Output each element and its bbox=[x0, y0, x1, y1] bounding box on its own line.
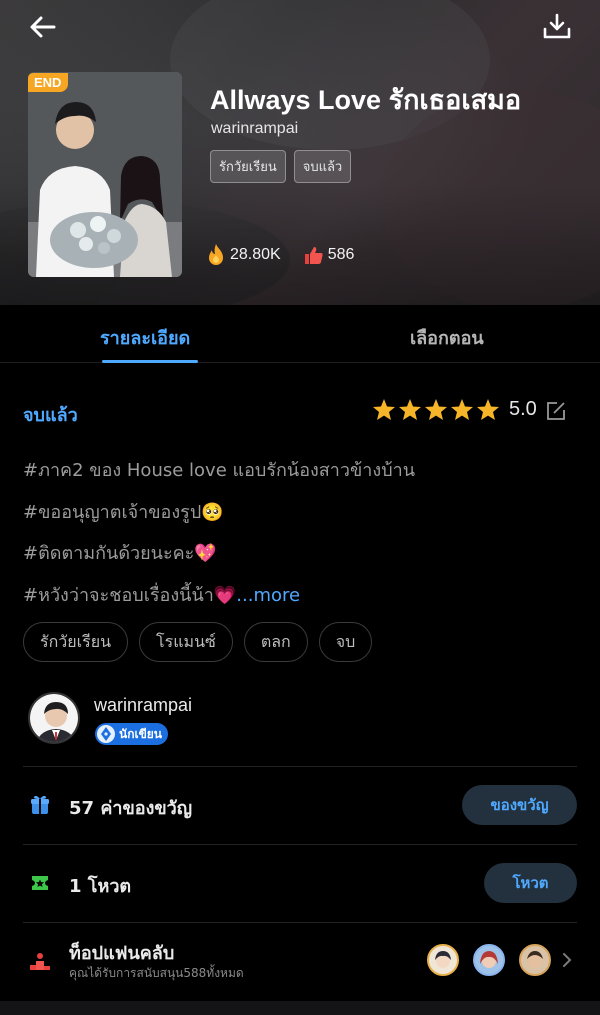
author-card[interactable]: warinrampai นักเขียน bbox=[28, 692, 578, 748]
description-line: #ขออนุญาตเจ้าของรูป🥺 bbox=[23, 502, 224, 523]
top-fans bbox=[427, 944, 551, 976]
star-icon bbox=[399, 399, 421, 420]
genre-chip[interactable]: จบ bbox=[318, 622, 373, 662]
fire-icon bbox=[209, 244, 223, 265]
author-name: warinrampai bbox=[94, 695, 193, 715]
description-line: #ติดตามกันด้วยนะคะ💖 bbox=[23, 543, 217, 564]
fan-avatar-image bbox=[435, 951, 451, 968]
gift-row: 57 ค่าของขวัญ ของขวัญ bbox=[23, 766, 577, 844]
bottom-bar bbox=[0, 1001, 600, 1015]
gift-button[interactable]: ของขวัญ bbox=[462, 785, 577, 825]
end-badge: END bbox=[28, 73, 69, 92]
views-count: 28.80K bbox=[230, 246, 281, 263]
genre-chip[interactable]: รักวัยเรียน bbox=[23, 622, 129, 662]
description-line: #ภาค2 ของ House love แอบรักน้องสาวข้างบ้… bbox=[23, 460, 416, 481]
download-button[interactable] bbox=[540, 10, 574, 44]
header-tag[interactable]: จบแล้ว bbox=[293, 150, 352, 183]
fan-avatar[interactable] bbox=[519, 944, 551, 976]
gift-icon bbox=[31, 795, 49, 814]
header-tag[interactable]: รักวัยเรียน bbox=[210, 150, 286, 183]
fanclub-subtitle: คุณได้รับการสนับสนุน588ทั้งหมด bbox=[69, 966, 244, 980]
rating-stars[interactable] bbox=[371, 397, 499, 423]
writer-badge-label: นักเขียน bbox=[119, 726, 163, 741]
active-tab-indicator bbox=[102, 360, 198, 363]
download-icon bbox=[543, 13, 571, 39]
cover-image bbox=[28, 72, 182, 277]
tab-details[interactable]: รายละเอียด bbox=[100, 323, 190, 352]
tab-episodes[interactable]: เลือกตอน bbox=[410, 323, 484, 352]
writer-badge: นักเขียน bbox=[95, 723, 169, 745]
book-cover[interactable] bbox=[28, 72, 182, 277]
rating-value: 5.0 bbox=[509, 398, 537, 420]
genre-chip[interactable]: โรแมนซ์ bbox=[139, 622, 233, 662]
avatar[interactable] bbox=[28, 692, 80, 744]
writer-badge-icon bbox=[97, 725, 115, 743]
vote-button[interactable]: โหวต bbox=[484, 863, 577, 903]
chevron-right-icon bbox=[563, 953, 572, 967]
edit-icon bbox=[547, 402, 565, 420]
star-icons bbox=[373, 399, 499, 420]
vote-count-label: 1 โหวต bbox=[69, 876, 132, 897]
fanclub-row[interactable]: ท็อปแฟนคลับ คุณได้รับการสนับสนุน588ทั้งห… bbox=[23, 922, 577, 1000]
book-author[interactable]: warinrampai bbox=[211, 120, 298, 138]
fan-avatar-image bbox=[480, 951, 498, 968]
genre-chips: รักวัยเรียน โรแมนซ์ ตลก จบ bbox=[23, 622, 373, 662]
fan-avatar[interactable] bbox=[473, 944, 505, 976]
arrow-left-icon bbox=[30, 16, 56, 38]
status-label: จบแล้ว bbox=[23, 405, 78, 426]
back-button[interactable] bbox=[26, 10, 60, 44]
genre-chip[interactable]: ตลก bbox=[243, 622, 308, 662]
gift-count-label: 57 ค่าของขวัญ bbox=[69, 798, 193, 819]
vote-row: 1 โหวต โหวต bbox=[23, 844, 577, 922]
star-icon bbox=[477, 399, 499, 420]
book-title: Allways Love รักเธอเสมอ bbox=[210, 85, 522, 115]
more-link[interactable]: ...more bbox=[236, 585, 300, 606]
top-bar bbox=[0, 0, 600, 56]
star-icon bbox=[451, 399, 473, 420]
star-icon bbox=[425, 399, 447, 420]
author-avatar-image bbox=[30, 694, 78, 742]
pen-nib-icon bbox=[101, 727, 111, 741]
fanclub-title: ท็อปแฟนคลับ bbox=[69, 943, 175, 964]
likes-stat: 586 bbox=[303, 244, 355, 266]
header-tags: รักวัยเรียน จบแล้ว bbox=[210, 150, 352, 183]
ticket-icon bbox=[32, 876, 48, 890]
description-line-last: #หวังว่าจะชอบเรื่องนี้น้า💗...more bbox=[23, 580, 300, 609]
tab-bar: รายละเอียด เลือกตอน bbox=[0, 305, 600, 363]
likes-count: 586 bbox=[327, 246, 355, 263]
views-stat: 28.80K bbox=[205, 243, 281, 267]
fan-avatar-image bbox=[527, 951, 543, 968]
book-stats: 28.80K 586 bbox=[205, 243, 354, 267]
thumbs-up-icon bbox=[304, 247, 323, 264]
description-line: #หวังว่าจะชอบเรื่องนี้น้า💗 bbox=[23, 585, 237, 606]
podium-icon bbox=[30, 953, 50, 970]
rate-button[interactable] bbox=[545, 400, 567, 426]
fan-avatar[interactable] bbox=[427, 944, 459, 976]
star-icon bbox=[373, 399, 395, 420]
